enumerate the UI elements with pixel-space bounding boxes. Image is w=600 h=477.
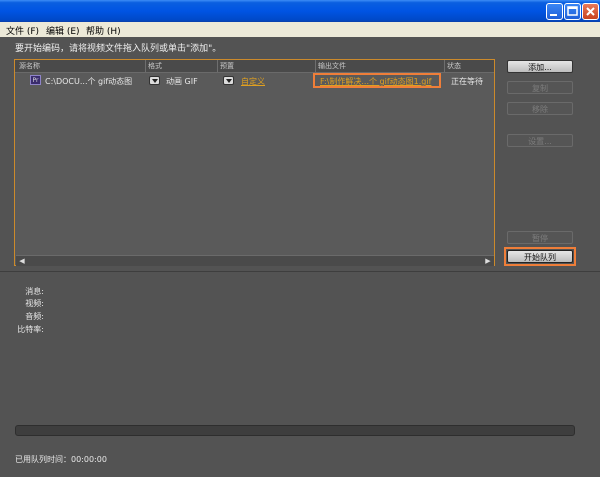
close-icon xyxy=(586,7,595,16)
source-name: C:\DOCU...个 gif动态图 xyxy=(45,77,133,86)
column-output[interactable]: 输出文件 xyxy=(318,61,346,71)
column-status[interactable]: 状态 xyxy=(447,61,461,71)
bitrate-label: 比特率: xyxy=(17,325,44,334)
start-queue-button[interactable]: 开始队列 xyxy=(507,250,573,263)
premiere-file-icon: Pr xyxy=(30,75,41,85)
queue-row[interactable]: Pr C:\DOCU...个 gif动态图 动画 GIF 自定义 F:\制作解决… xyxy=(15,73,494,89)
format-dropdown-icon[interactable] xyxy=(149,76,160,85)
menu-edit[interactable]: 编辑 (E) xyxy=(46,24,80,37)
status-value: 正在等待 xyxy=(451,77,483,86)
preset-dropdown-icon[interactable] xyxy=(223,76,234,85)
duplicate-button[interactable]: 复制 xyxy=(507,81,573,94)
scroll-right-icon[interactable]: ▶ xyxy=(484,257,492,265)
pause-button[interactable]: 暂停 xyxy=(507,231,573,244)
minimize-button[interactable] xyxy=(546,3,563,20)
instruction-text: 要开始编码，请将视频文件拖入队列或单击"添加"。 xyxy=(15,44,222,54)
message-label: 消息: xyxy=(25,287,44,296)
maximize-button[interactable] xyxy=(564,3,581,20)
column-preset[interactable]: 预置 xyxy=(220,61,234,71)
menu-file[interactable]: 文件 (F) xyxy=(6,24,39,37)
elapsed-time: 已用队列时间：00:00:00 xyxy=(15,455,107,464)
close-button[interactable] xyxy=(582,3,599,20)
remove-button[interactable]: 移除 xyxy=(507,102,573,115)
encode-progress-bar xyxy=(15,425,575,436)
horizontal-scrollbar[interactable]: ◀ ▶ xyxy=(16,255,494,266)
minimize-icon xyxy=(550,14,557,16)
preset-link[interactable]: 自定义 xyxy=(241,76,265,87)
column-format[interactable]: 格式 xyxy=(148,61,162,71)
column-source[interactable]: 源名称 xyxy=(19,61,40,71)
menu-help[interactable]: 帮助 (H) xyxy=(86,24,121,37)
menu-bar: 文件 (F) 编辑 (E) 帮助 (H) xyxy=(0,22,600,37)
maximize-icon xyxy=(567,6,578,16)
title-bar xyxy=(0,0,600,22)
settings-button[interactable]: 设置... xyxy=(507,134,573,147)
encode-queue[interactable]: 源名称 格式 预置 输出文件 状态 Pr C:\DOCU...个 gif动态图 … xyxy=(14,59,495,266)
output-file-link[interactable]: F:\制作解决...个 gif动态图1.gif xyxy=(320,76,431,87)
scroll-left-icon[interactable]: ◀ xyxy=(18,257,26,265)
add-button[interactable]: 添加... xyxy=(507,60,573,73)
queue-header: 源名称 格式 预置 输出文件 状态 xyxy=(15,60,494,73)
video-label: 视频: xyxy=(25,299,44,308)
format-value[interactable]: 动画 GIF xyxy=(166,76,198,87)
audio-label: 音频: xyxy=(25,312,44,321)
panel-divider xyxy=(0,271,600,272)
